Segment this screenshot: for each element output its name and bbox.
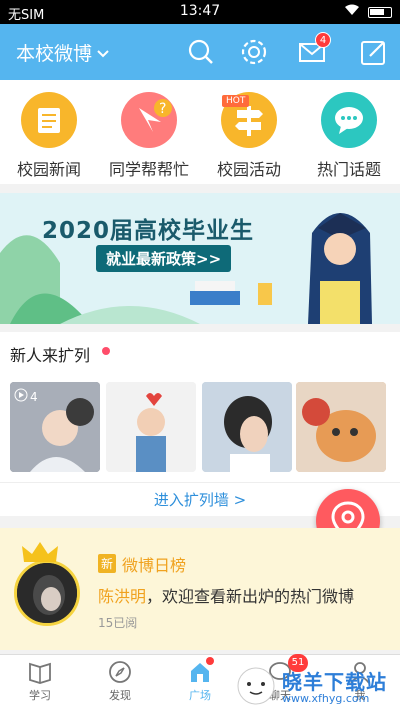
rank-message: ，欢迎查看新出炉的热门微博 [146, 587, 355, 606]
status-bar: 无SIM 13:47 [0, 0, 400, 24]
quick-item-label: 同学帮帮忙 [108, 160, 189, 179]
top-header: 本校微博 4 [0, 24, 400, 80]
section-title: 新人来扩列 [10, 346, 91, 365]
square-dot [206, 657, 214, 665]
chat-bubble-icon [321, 92, 377, 148]
status-icons [344, 4, 392, 20]
watermark-text: 晓羊下载站 [282, 670, 387, 694]
tab-label: 学习 [29, 689, 51, 702]
gear-icon[interactable] [238, 36, 270, 68]
quick-item-label: 热门话题 [316, 160, 381, 179]
quick-item-campus-news[interactable]: 校园新闻 [4, 92, 94, 180]
new-dot [102, 347, 110, 355]
rank-title: 微博日榜 [122, 556, 187, 575]
tab-label: 发现 [109, 689, 131, 702]
banner-subtitle: 就业最新政策>> [96, 245, 232, 272]
app-screen: 无SIM 13:47 本校微博 4 校园新闻 ? 同学帮帮忙 校园活动 热门话题… [0, 0, 400, 711]
tab-square[interactable]: 广场 [160, 659, 240, 703]
tab-discover[interactable]: 发现 [80, 659, 160, 703]
profile-thumb[interactable]: 4 [10, 382, 100, 472]
help-icon: ? [121, 92, 177, 148]
video-badge: 4 [14, 388, 38, 405]
quick-item-campus-events[interactable]: 校园活动 [204, 92, 294, 180]
rank-description: 陈洪明，欢迎查看新出炉的热门微博 [98, 583, 354, 607]
promo-banner[interactable]: 2020届高校毕业生 就业最新政策>> [0, 193, 400, 324]
compose-icon[interactable] [358, 36, 390, 68]
chevron-down-icon [96, 42, 110, 64]
search-icon[interactable] [185, 36, 217, 68]
quick-item-label: 校园新闻 [16, 160, 81, 179]
watermark-url: www.xfhyg.com [282, 692, 370, 705]
profile-thumb[interactable] [202, 382, 292, 472]
new-tag: 新 [98, 554, 117, 573]
compass-icon [107, 659, 133, 685]
quick-menu: 校园新闻 ? 同学帮帮忙 校园活动 热门话题 [0, 80, 400, 184]
tab-study[interactable]: 学习 [0, 659, 80, 703]
mail-badge: 4 [315, 32, 331, 48]
battery-icon [368, 6, 392, 18]
quick-item-hot-topics[interactable]: 热门话题 [304, 92, 394, 180]
user-name[interactable]: 陈洪明 [98, 587, 146, 606]
read-count: 15已阅 [98, 616, 138, 630]
quick-item-label: 校园活动 [216, 160, 281, 179]
banner-title: 2020届高校毕业生 [42, 218, 255, 244]
play-icon [14, 388, 28, 405]
weibo-rank-card[interactable]: 新 微博日榜 陈洪明，欢迎查看新出炉的热门微博 15已阅 [0, 528, 400, 650]
wifi-icon [344, 4, 360, 20]
hot-tag: HOT [222, 95, 250, 107]
newspaper-icon [21, 92, 77, 148]
tab-label: 广场 [189, 689, 211, 702]
quick-item-help[interactable]: ? 同学帮帮忙 [104, 92, 194, 180]
school-selector[interactable]: 本校微博 [16, 39, 110, 66]
video-count: 4 [30, 389, 38, 404]
profile-thumb[interactable] [106, 382, 196, 472]
svg-text:?: ? [159, 101, 166, 117]
crown-icon [20, 540, 60, 568]
avatar [14, 560, 80, 626]
clock: 13:47 [179, 3, 221, 19]
book-icon [27, 659, 53, 685]
profile-thumb[interactable] [296, 382, 386, 472]
school-label: 本校微博 [16, 43, 93, 65]
